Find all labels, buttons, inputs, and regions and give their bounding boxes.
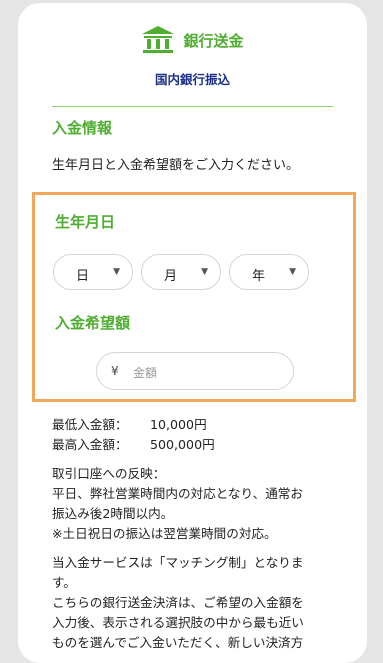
intro-text: 生年月日と入金希望額をご入力ください。: [52, 158, 300, 173]
deposit-card: 銀行送金 国内銀行振込 入金情報 生年月日と入金希望額をご入力ください。 生年月…: [18, 3, 367, 663]
yen-icon: ¥: [111, 364, 119, 378]
day-select-value: 日: [76, 269, 90, 284]
amount-title: 入金希望額: [55, 314, 131, 332]
header: 銀行送金 国内銀行振込: [18, 3, 367, 107]
day-select[interactable]: 日 ▼: [53, 254, 133, 290]
service-line: す。: [52, 575, 76, 590]
service-line: こちらの銀行送金決済は、ご希望の入金額を: [52, 595, 304, 610]
max-amount-label: 最高入金額：: [52, 437, 128, 452]
amount-input[interactable]: ¥ 金額: [96, 352, 294, 390]
month-select-value: 月: [164, 269, 178, 284]
birthdate-title: 生年月日: [55, 213, 116, 231]
amount-placeholder: 金額: [133, 366, 158, 380]
max-amount-row: 最高入金額： 500,000円: [52, 435, 362, 455]
input-highlight-box: 生年月日 日 ▼ 月 ▼ 年 ▼ 入金希望額 ¥ 金額: [32, 192, 356, 402]
year-select-value: 年: [252, 269, 266, 284]
section-title-deposit-info: 入金情報: [52, 119, 113, 137]
service-line: 入力後、表示される選択肢の中から最も近い: [52, 615, 304, 630]
service-line: ものを選んでご入金いただく、新しい決済方: [52, 635, 304, 650]
reflection-title: 取引口座への反映：: [52, 466, 166, 481]
max-amount-value: 500,000円: [150, 437, 215, 452]
service-line: 当入金サービスは「マッチング制」となりま: [52, 555, 304, 570]
deposit-info-text: 最低入金額： 10,000円 最高入金額： 500,000円 取引口座への反映：…: [52, 415, 362, 653]
header-divider: [52, 106, 333, 107]
brand-title: 銀行送金: [183, 31, 244, 50]
reflection-line: 平日、弊社営業時間内の対応となり、通常お: [52, 486, 303, 501]
month-select[interactable]: 月 ▼: [141, 254, 221, 290]
year-select[interactable]: 年 ▼: [229, 254, 309, 290]
chevron-down-icon: ▼: [201, 267, 208, 277]
brand: 銀行送金: [18, 25, 367, 55]
chevron-down-icon: ▼: [289, 267, 296, 277]
min-amount-value: 10,000円: [150, 417, 207, 432]
reflection-line: 振込み後2時間以内。: [52, 506, 174, 521]
min-amount-label: 最低入金額：: [52, 417, 128, 432]
reflection-note: ※土日祝日の振込は翌営業時間の対応。: [52, 526, 277, 541]
min-amount-row: 最低入金額： 10,000円: [52, 415, 362, 435]
chevron-down-icon: ▼: [113, 267, 120, 277]
birthdate-selects: 日 ▼ 月 ▼ 年 ▼: [53, 254, 309, 290]
page-subtitle: 国内銀行振込: [154, 72, 230, 87]
bank-icon: [141, 25, 175, 55]
